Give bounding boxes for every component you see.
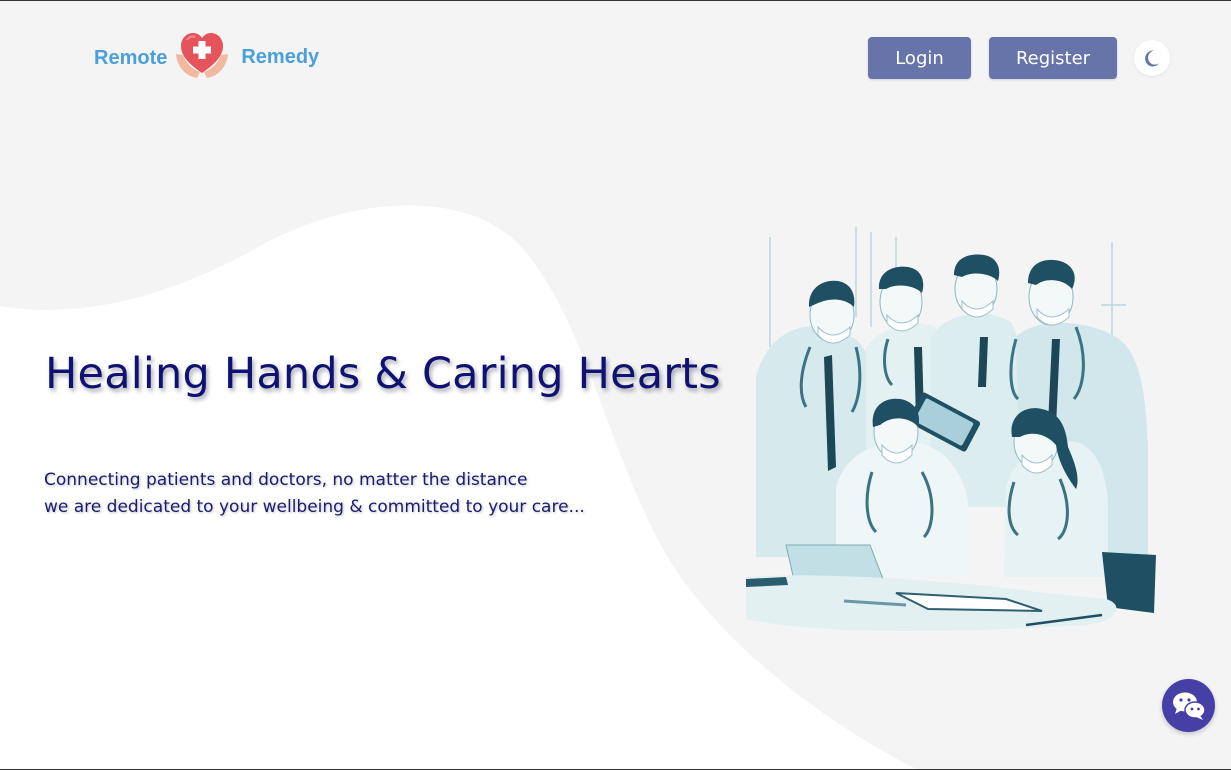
- theme-toggle-button[interactable]: [1134, 40, 1170, 76]
- hero-subtitle-line-1: Connecting patients and doctors, no matt…: [44, 470, 528, 490]
- page: Remote Remedy Login Register Healing Han…: [0, 0, 1231, 770]
- doctors-team-illustration: [746, 227, 1156, 631]
- hero-subtitle: Connecting patients and doctors, no matt…: [44, 467, 585, 521]
- chat-button[interactable]: [1162, 679, 1215, 732]
- logo-text-remedy: Remedy: [241, 45, 320, 68]
- wechat-chat-icon: [1172, 692, 1206, 720]
- moon-icon: [1145, 50, 1159, 67]
- login-button[interactable]: Login: [868, 37, 971, 79]
- hero-subtitle-line-2: we are dedicated to your wellbeing & com…: [44, 497, 585, 517]
- register-button[interactable]: Register: [989, 37, 1117, 79]
- brand-logo[interactable]: Remote Remedy: [94, 27, 319, 83]
- logo-text-remote: Remote: [94, 46, 168, 69]
- hero-title: Healing Hands & Caring Hearts: [45, 349, 721, 399]
- heart-hands-cross-icon: [176, 33, 229, 78]
